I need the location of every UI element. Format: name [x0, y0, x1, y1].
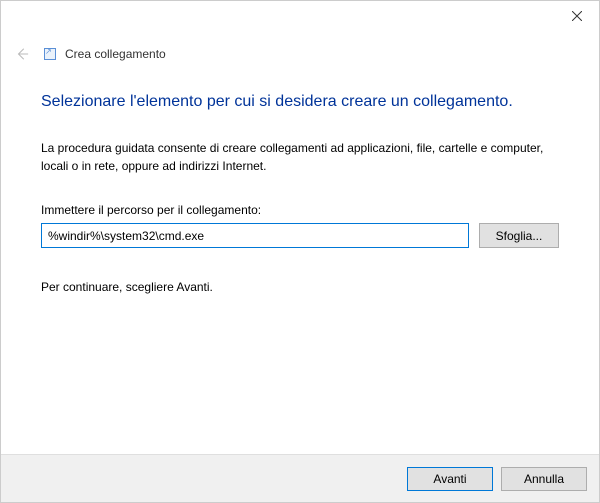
back-button[interactable] — [15, 47, 29, 61]
breadcrumb: Crea collegamento — [43, 47, 166, 61]
shortcut-icon — [43, 47, 57, 61]
continue-hint: Per continuare, scegliere Avanti. — [41, 280, 559, 294]
location-input[interactable] — [41, 223, 469, 248]
breadcrumb-title: Crea collegamento — [65, 47, 166, 61]
field-label: Immettere il percorso per il collegament… — [41, 203, 559, 217]
titlebar — [1, 1, 599, 33]
input-row: Sfoglia... — [41, 223, 559, 248]
header-row: Crea collegamento — [1, 33, 599, 61]
close-icon — [572, 11, 582, 21]
description-text: La procedura guidata consente di creare … — [41, 139, 559, 175]
page-heading: Selezionare l'elemento per cui si deside… — [41, 93, 559, 111]
cancel-button[interactable]: Annulla — [501, 467, 587, 491]
back-arrow-icon — [15, 47, 29, 61]
content-area: Selezionare l'elemento per cui si deside… — [1, 61, 599, 294]
next-button[interactable]: Avanti — [407, 467, 493, 491]
footer: Avanti Annulla — [1, 454, 599, 502]
close-button[interactable] — [554, 1, 599, 31]
browse-button[interactable]: Sfoglia... — [479, 223, 559, 248]
